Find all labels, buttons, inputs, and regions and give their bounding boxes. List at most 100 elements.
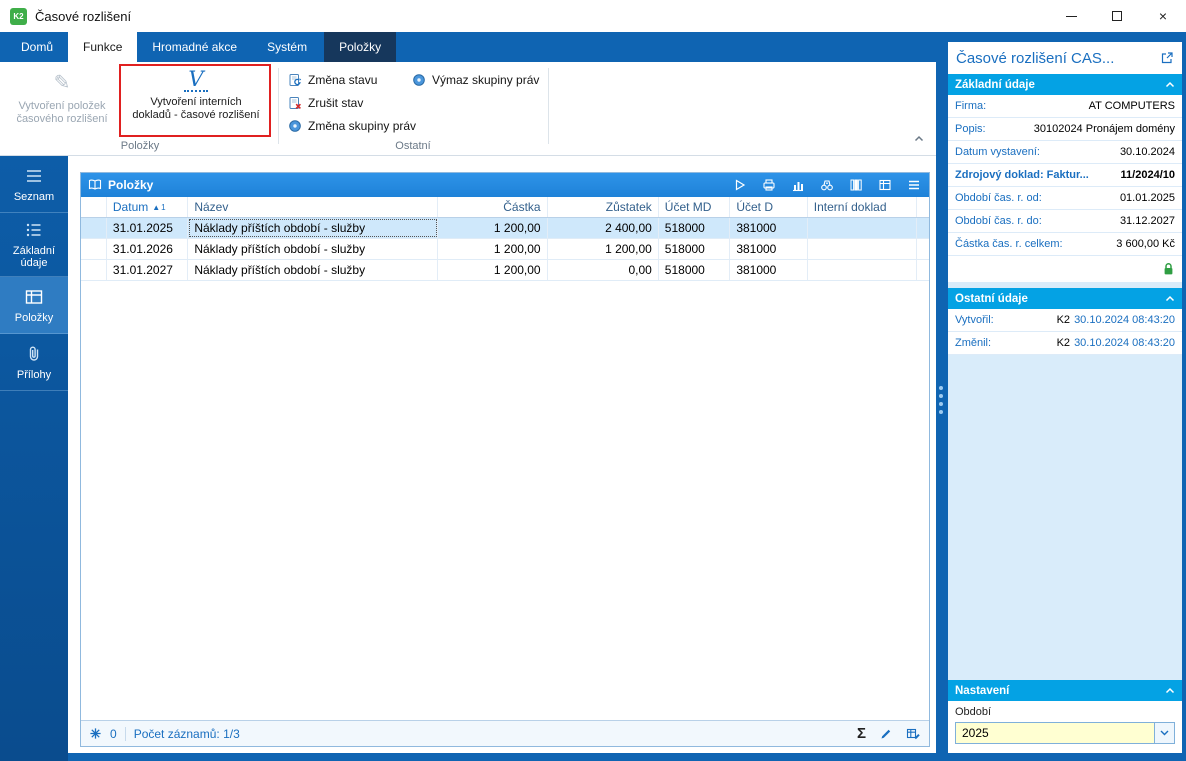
field-zmenil: Změnil: K2 30.10.2024 08:43:20 <box>948 332 1182 355</box>
section-other-header[interactable]: Ostatní údaje <box>948 288 1182 309</box>
col-ucet-d[interactable]: Účet D <box>730 197 808 217</box>
col-zustatek[interactable]: Zůstatek <box>548 197 659 217</box>
field-datum-vystaveni: Datum vystavení: 30.10.2024 <box>948 141 1182 164</box>
col-nazev[interactable]: Název <box>188 197 439 217</box>
sidebar-item-seznam[interactable]: Seznam <box>0 156 68 213</box>
cell-selector <box>81 218 107 238</box>
period-input[interactable] <box>956 723 1154 743</box>
items-grid-panel: Položky Datum ▲ 1 Název Částka Zůstatek Úč… <box>80 172 930 747</box>
col-castka[interactable]: Částka <box>438 197 548 217</box>
grid-icon <box>25 289 43 304</box>
maximize-button[interactable] <box>1094 0 1140 32</box>
sidebar-item-prilohy[interactable]: Přílohy <box>0 334 68 391</box>
script-v-icon: V <box>184 68 208 93</box>
cell-nazev: Náklady příštích období - služby <box>188 218 439 238</box>
cell-ucet-d: 381000 <box>730 218 808 238</box>
record-count-label: Počet záznamů: 1/3 <box>133 726 240 741</box>
create-internal-docs-button[interactable]: V Vytvoření interních dokladů - časové r… <box>124 68 268 122</box>
close-button[interactable]: × <box>1140 0 1186 32</box>
edit-pencil-icon[interactable] <box>879 727 893 741</box>
bulk-edit-icon[interactable] <box>906 727 921 741</box>
rights-disc-icon <box>413 74 425 86</box>
grid-toolbar <box>732 177 922 193</box>
detail-panel: Časové rozlišení CAS... Základní údaje F… <box>948 42 1182 753</box>
chart-icon[interactable] <box>790 177 806 193</box>
window-title: Časové rozlišení <box>35 8 132 24</box>
chevron-up-icon <box>1165 687 1175 694</box>
table-icon[interactable] <box>877 177 893 193</box>
lock-icon <box>1164 263 1173 275</box>
cell-ucet-d: 381000 <box>730 260 808 280</box>
detail-title: Časové rozlišení CAS... <box>956 49 1115 67</box>
table-row[interactable]: 31.01.2027 Náklady příštích období - slu… <box>81 260 929 281</box>
cell-ucet-d: 381000 <box>730 239 808 259</box>
sum-icon[interactable]: Σ <box>857 726 866 741</box>
chevron-up-icon <box>1165 81 1175 88</box>
cell-datum: 31.01.2026 <box>107 239 189 259</box>
cell-selector <box>81 260 107 280</box>
app-icon: K2 <box>10 7 27 25</box>
tab-polozky-context[interactable]: Položky <box>324 32 397 62</box>
binoculars-icon[interactable] <box>819 177 835 193</box>
doc-cancel-icon <box>289 97 301 109</box>
ribbon-group-label-ostatni: Ostatní <box>395 140 431 152</box>
field-popis: Popis: 30102024 Pronájem domény <box>948 118 1182 141</box>
cell-nazev: Náklady příštích období - služby <box>188 239 439 259</box>
table-row[interactable]: 31.01.2026 Náklady příštích období - slu… <box>81 239 929 260</box>
minimize-icon <box>1065 15 1077 17</box>
tab-domu[interactable]: Domů <box>6 32 68 62</box>
print-icon[interactable] <box>761 177 777 193</box>
col-interni-doklad[interactable]: Interní doklad <box>808 197 917 217</box>
menu-lines-icon <box>27 169 41 182</box>
cell-castka: 1 200,00 <box>438 260 548 280</box>
sort-asc-icon: ▲ <box>152 202 161 212</box>
columns-icon[interactable] <box>848 177 864 193</box>
combo-dropdown-button[interactable] <box>1154 723 1174 743</box>
change-rights-group-button[interactable]: Změna skupiny práv <box>288 116 416 136</box>
ribbon-collapse-chevron[interactable] <box>914 129 924 147</box>
cancel-status-button[interactable]: Zrušit stav <box>288 93 363 113</box>
field-vytvoril: Vytvořil: K2 30.10.2024 08:43:20 <box>948 309 1182 332</box>
tab-hromadne-akce[interactable]: Hromadné akce <box>137 32 252 62</box>
column-header-row: Datum ▲ 1 Název Částka Zůstatek Účet MD Úč… <box>81 197 929 218</box>
col-ucet-md[interactable]: Účet MD <box>659 197 731 217</box>
sidebar-item-polozky[interactable]: Položky <box>0 277 68 334</box>
list-icon <box>26 223 41 237</box>
menu-icon[interactable] <box>906 177 922 193</box>
window-controls: × <box>1048 0 1186 32</box>
chevron-up-icon <box>914 135 924 142</box>
tab-funkce[interactable]: Funkce <box>68 32 138 62</box>
section-settings-header[interactable]: Nastavení <box>948 680 1182 701</box>
field-zdrojovy-doklad[interactable]: Zdrojový doklad: Faktur... 11/2024/10 <box>948 164 1182 187</box>
play-icon[interactable] <box>732 177 748 193</box>
app-window: K2 Časové rozlišení × Domů Funkce Hromad… <box>0 0 1186 761</box>
col-selector <box>81 197 107 217</box>
ribbon: ✎ Vytvoření položek časového rozlišení V… <box>0 62 936 156</box>
cell-ucet-md: 518000 <box>659 218 731 238</box>
change-status-button[interactable]: Změna stavu <box>288 70 377 90</box>
minimize-button[interactable] <box>1048 0 1094 32</box>
cell-interni-doklad <box>808 218 917 238</box>
sidebar-item-zakladni-udaje[interactable]: Základní údaje <box>0 213 68 277</box>
doc-refresh-icon <box>289 74 302 86</box>
settings-body: Období <box>948 701 1182 753</box>
titlebar: K2 Časové rozlišení × <box>0 0 1186 32</box>
period-label: Období <box>955 706 992 718</box>
field-obdobi-do: Období čas. r. do: 31.12.2027 <box>948 210 1182 233</box>
cell-zustatek: 1 200,00 <box>548 239 659 259</box>
cell-interni-doklad <box>808 239 917 259</box>
tab-system[interactable]: Systém <box>252 32 322 62</box>
cell-ucet-md: 518000 <box>659 260 731 280</box>
create-items-button: ✎ Vytvoření položek časového rozlišení <box>8 69 116 126</box>
delete-rights-group-button[interactable]: Výmaz skupiny práv <box>412 70 539 90</box>
open-external-icon[interactable] <box>1160 51 1174 65</box>
lock-row <box>948 256 1182 282</box>
field-obdobi-od: Období čas. r. od: 01.01.2025 <box>948 187 1182 210</box>
splitter-grip[interactable] <box>939 386 943 414</box>
grid-panel-header: Položky <box>81 173 929 197</box>
detail-title-bar: Časové rozlišení CAS... <box>948 42 1182 74</box>
section-basic-header[interactable]: Základní údaje <box>948 74 1182 95</box>
col-datum[interactable]: Datum ▲ 1 <box>107 197 189 217</box>
asterisk-icon[interactable] <box>89 727 102 740</box>
table-row[interactable]: 31.01.2025 Náklady příštích období - slu… <box>81 218 929 239</box>
